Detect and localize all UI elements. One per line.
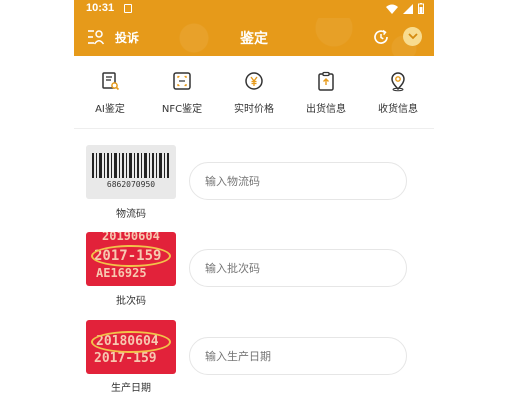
status-time: 10:31 [86, 2, 115, 14]
clipboard-upload-icon [318, 71, 334, 91]
chevron-down-icon[interactable] [403, 27, 422, 46]
feature-bar: AI鉴定 NFC鉴定 实时价格 出货信息 收货信息 [74, 70, 434, 120]
batch-code-input[interactable] [189, 249, 407, 287]
feature-nfc-identify[interactable]: NFC鉴定 [146, 70, 218, 115]
ai-document-icon [102, 72, 120, 91]
feature-label: AI鉴定 [95, 104, 125, 115]
wifi-icon [386, 4, 398, 14]
divider [74, 128, 434, 129]
status-bar: 10:31 [74, 0, 434, 18]
logistics-code-sample-image[interactable]: 6862070950 [86, 145, 176, 199]
location-pin-icon [391, 72, 405, 92]
status-icons [386, 3, 424, 14]
phone-screen: 10:31 投诉 鉴定 AI鉴定 NFC鉴定 实时价格 出货信息 收货信息 68… [74, 0, 434, 401]
feature-label: NFC鉴定 [161, 104, 203, 115]
feature-label: 实时价格 [234, 104, 274, 115]
batch-code-line: AE16925 [96, 266, 147, 280]
feature-ai-identify[interactable]: AI鉴定 [74, 70, 146, 115]
nfc-scan-icon [173, 72, 191, 90]
history-icon[interactable] [372, 28, 390, 46]
feature-receipt-info[interactable]: 收货信息 [362, 70, 434, 115]
battery-icon [418, 3, 424, 14]
signal-icon [403, 3, 413, 14]
batch-code-sample-image[interactable]: 20190604 2017-159 AE16925 [86, 232, 176, 286]
batch-code-line: 20190604 [102, 232, 160, 243]
barcode-image [86, 145, 176, 199]
highlight-oval [91, 245, 171, 267]
batch-code-caption: 批次码 [116, 296, 146, 307]
production-date-line: 2017-159 [94, 351, 157, 366]
feature-label: 出货信息 [306, 104, 346, 115]
app-header: 投诉 鉴定 [74, 18, 434, 56]
feature-shipment-info[interactable]: 出货信息 [290, 70, 362, 115]
barcode-number: 6862070950 [106, 180, 156, 189]
production-date-input[interactable] [189, 337, 407, 375]
feature-realtime-price[interactable]: 实时价格 [218, 70, 290, 115]
feature-label: 收货信息 [378, 104, 418, 115]
yen-price-icon [245, 72, 263, 90]
highlight-oval [91, 331, 171, 353]
production-date-caption: 生产日期 [111, 383, 151, 394]
production-date-sample-image[interactable]: 20180604 2017-159 [86, 320, 176, 374]
notification-icon [124, 4, 132, 13]
logistics-code-input[interactable] [189, 162, 407, 200]
logistics-code-caption: 物流码 [116, 209, 146, 220]
